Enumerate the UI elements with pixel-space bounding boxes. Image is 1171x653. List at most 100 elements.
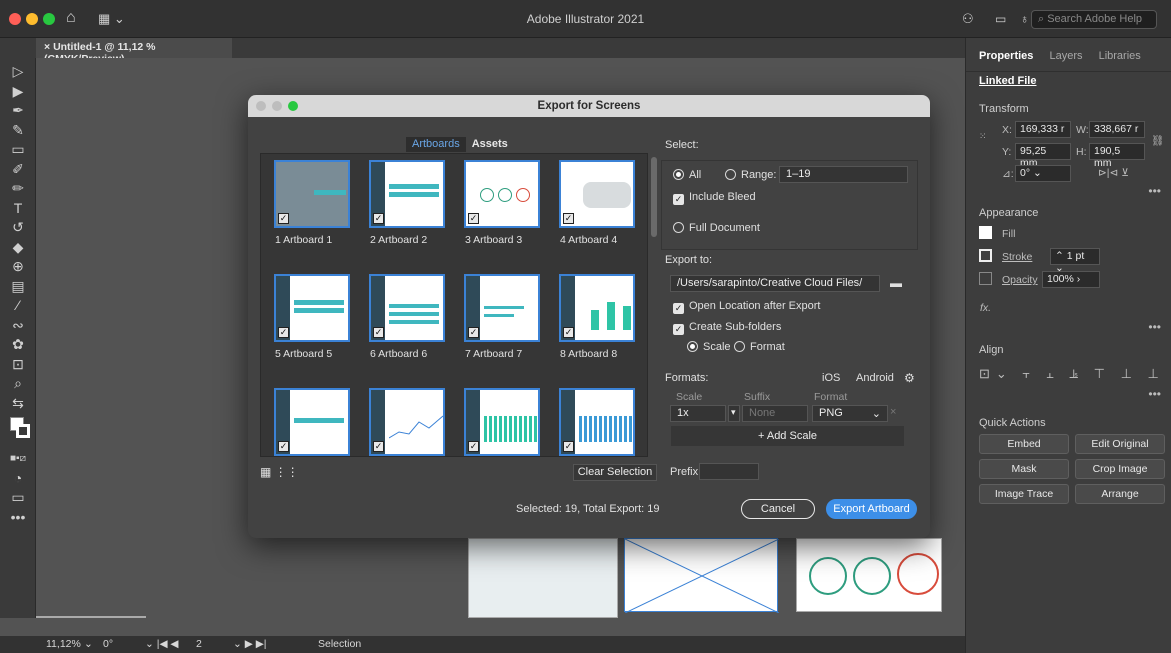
artboard-thumbnail[interactable]: ✓: [559, 160, 635, 228]
scale-select[interactable]: 1x: [670, 405, 726, 422]
pencil-tool-icon[interactable]: ✏: [0, 179, 36, 199]
current-tool[interactable]: Selection: [318, 638, 361, 650]
type-tool-icon[interactable]: T: [0, 199, 36, 219]
include-bleed-checkbox[interactable]: ✓ Include Bleed: [673, 191, 756, 205]
artboard-checkbox[interactable]: ✓: [563, 213, 574, 224]
artboard-checkbox[interactable]: ✓: [278, 327, 289, 338]
rotation-input[interactable]: 0° ⌄: [1015, 165, 1071, 182]
artboard-thumbnail[interactable]: ✓: [369, 160, 445, 228]
android-preset-button[interactable]: Android: [856, 372, 894, 384]
opacity-label[interactable]: Opacity: [1002, 274, 1038, 286]
export-artboard-button[interactable]: Export Artboard: [826, 499, 917, 519]
rectangle-tool-icon[interactable]: ▭: [0, 140, 36, 160]
select-range-radio[interactable]: Range:: [725, 169, 776, 181]
background-artboard[interactable]: [468, 538, 618, 618]
artboard-checkbox[interactable]: ✓: [373, 441, 384, 452]
grid-view-icon[interactable]: ▦ ⋮⋮: [260, 465, 299, 479]
artboard-checkbox[interactable]: ✓: [278, 441, 289, 452]
gradient-tool-icon[interactable]: ▤: [0, 277, 36, 297]
artboard-thumbnail[interactable]: ✓: [369, 274, 445, 342]
drawing-mode-icon[interactable]: ◔: [0, 469, 36, 489]
zoom-dropdown-icon[interactable]: ⌄: [84, 638, 93, 650]
open-location-checkbox[interactable]: ✓ Open Location after Export: [673, 300, 820, 314]
blend-tool-icon[interactable]: ∾: [0, 316, 36, 336]
document-tab[interactable]: × Untitled-1 @ 11,12 % (CMYK/Preview): [36, 38, 232, 65]
align-more-icon[interactable]: •••: [1148, 387, 1161, 401]
tab-layers[interactable]: Layers: [1049, 50, 1082, 62]
height-input[interactable]: 190,5 mm: [1089, 143, 1145, 169]
tab-artboards[interactable]: Artboards: [406, 137, 466, 152]
opacity-icon[interactable]: [979, 272, 992, 285]
tab-assets[interactable]: Assets: [466, 137, 514, 152]
opacity-input[interactable]: 100% ›: [1042, 271, 1100, 288]
arrange-documents-icon[interactable]: ▭: [995, 12, 1006, 26]
pen-tool-icon[interactable]: ✒: [0, 101, 36, 121]
direct-selection-tool-icon[interactable]: ▶: [0, 82, 36, 102]
add-scale-button[interactable]: + Add Scale: [671, 426, 904, 446]
stroke-swatch[interactable]: [16, 424, 30, 438]
format-select[interactable]: PNG ⌄: [812, 405, 888, 422]
export-path-input[interactable]: /Users/sarapinto/Creative Cloud Files/: [670, 275, 880, 292]
edit-toolbar-icon[interactable]: •••: [0, 508, 36, 528]
cancel-button[interactable]: Cancel: [741, 499, 815, 519]
artboard-tool-icon[interactable]: ⊡: [0, 355, 36, 375]
artboard-checkbox[interactable]: ✓: [468, 327, 479, 338]
scale-dropdown-icon[interactable]: ▾: [728, 405, 740, 422]
effects-icon[interactable]: fx.: [980, 302, 991, 314]
subfolder-format-radio[interactable]: Format: [734, 341, 785, 353]
shape-builder-tool-icon[interactable]: ⊕: [0, 257, 36, 277]
flip-icons[interactable]: ⊳|⊲ ⊻: [1098, 167, 1129, 179]
zoom-tool-icon[interactable]: ⌕: [0, 374, 36, 394]
paintbrush-tool-icon[interactable]: ✐: [0, 160, 36, 180]
select-all-radio[interactable]: All: [673, 169, 701, 181]
create-subfolders-checkbox[interactable]: ✓ Create Sub-folders: [673, 321, 781, 335]
remove-scale-icon[interactable]: ×: [890, 406, 896, 418]
background-artboard[interactable]: [36, 616, 146, 618]
clear-selection-button[interactable]: Clear Selection: [573, 464, 657, 481]
linked-file-link[interactable]: Linked File: [979, 75, 1036, 87]
crop-image-button[interactable]: Crop Image: [1075, 459, 1165, 479]
artboard-thumbnail[interactable]: ✓: [274, 388, 350, 456]
artboard-checkbox[interactable]: ✓: [468, 441, 479, 452]
fill-color-swatch[interactable]: [979, 226, 992, 239]
artboard-checkbox[interactable]: ✓: [563, 327, 574, 338]
stroke-weight-input[interactable]: ⌃ 1 pt ⌄: [1050, 248, 1100, 274]
ios-preset-button[interactable]: iOS: [822, 372, 840, 384]
artboard-thumbnail[interactable]: ✓: [464, 274, 540, 342]
screen-mode-icon[interactable]: ▭: [0, 488, 36, 508]
artboard-checkbox[interactable]: ✓: [278, 213, 289, 224]
range-input[interactable]: 1–19: [779, 166, 908, 183]
artboard-checkbox[interactable]: ✓: [468, 213, 479, 224]
artboard-thumbnail[interactable]: ✓: [274, 274, 350, 342]
transform-more-icon[interactable]: •••: [1148, 184, 1161, 198]
zoom-level[interactable]: 11,12%: [46, 638, 81, 650]
fill-stroke-swatch[interactable]: [0, 413, 35, 449]
artboard-index[interactable]: 2: [196, 638, 202, 650]
appearance-more-icon[interactable]: •••: [1148, 320, 1161, 334]
artboard-thumbnail[interactable]: ✓: [274, 160, 350, 228]
background-artboard-selected[interactable]: [624, 538, 780, 614]
edit-original-button[interactable]: Edit Original: [1075, 434, 1165, 454]
share-icon[interactable]: ⚇: [962, 11, 974, 27]
eyedropper-tool-icon[interactable]: ⁄: [0, 296, 36, 316]
selection-tool-icon[interactable]: ▷: [0, 62, 36, 82]
rotate-tool-icon[interactable]: ↺: [0, 218, 36, 238]
artboard-checkbox[interactable]: ✓: [563, 441, 574, 452]
thumbnail-scrollbar[interactable]: [651, 157, 657, 237]
stroke-label[interactable]: Stroke: [1002, 251, 1032, 263]
mask-button[interactable]: Mask: [979, 459, 1069, 479]
tab-libraries[interactable]: Libraries: [1099, 50, 1141, 62]
tab-properties[interactable]: Properties: [979, 50, 1033, 62]
swap-fill-stroke-icon[interactable]: ⇆: [0, 394, 36, 414]
rotation-angle[interactable]: 0°: [103, 638, 113, 650]
artboard-thumbnail[interactable]: ✓: [559, 274, 635, 342]
constrain-proportions-icon[interactable]: ⛓: [1151, 134, 1164, 147]
artboard-nav-last-icon[interactable]: ⌄ ▶ ▶|: [233, 638, 267, 650]
color-mode-icons[interactable]: ■▪⧄: [0, 449, 36, 469]
reference-point-icon[interactable]: ⁙: [979, 131, 987, 142]
artboard-checkbox[interactable]: ✓: [373, 327, 384, 338]
artboard-thumbnail[interactable]: ✓: [464, 160, 540, 228]
folder-icon[interactable]: ▬: [890, 276, 902, 290]
artboard-checkbox[interactable]: ✓: [373, 213, 384, 224]
discover-icon[interactable]: ♁: [1020, 12, 1029, 26]
